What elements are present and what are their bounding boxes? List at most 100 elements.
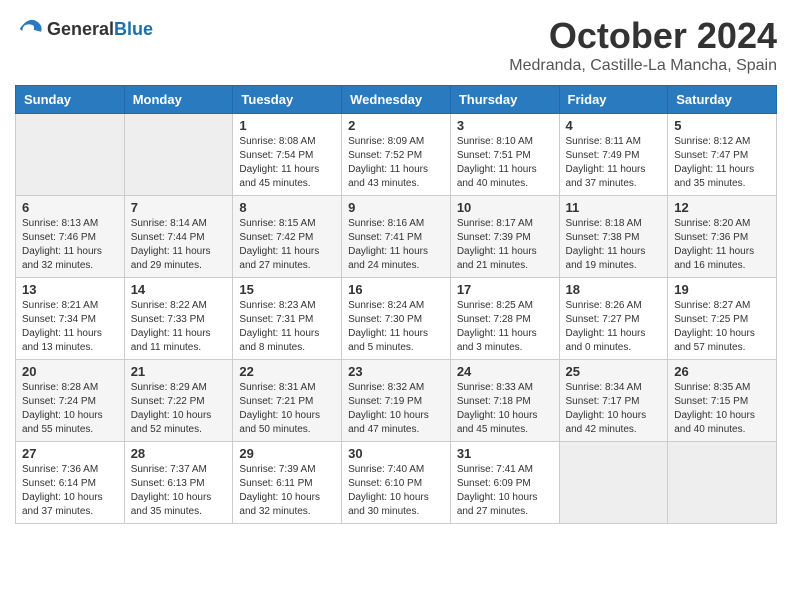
calendar-cell: 16 Sunrise: 8:24 AMSunset: 7:30 PMDayligh… [342, 278, 451, 360]
calendar-cell: 28Sunrise: 7:37 AMSunset: 6:13 PMDayligh… [124, 442, 233, 524]
calendar-cell: 25Sunrise: 8:34 AMSunset: 7:17 PMDayligh… [559, 360, 668, 442]
day-info: Sunrise: 8:14 AMSunset: 7:44 PMDaylight:… [131, 217, 227, 273]
calendar-cell: 1 Sunrise: 8:08 AMSunset: 7:54 PMDaylight… [233, 114, 342, 196]
day-info: Sunrise: 7:37 AMSunset: 6:13 PMDaylight:… [131, 463, 227, 519]
calendar-cell: 11 Sunrise: 8:18 AMSunset: 7:38 PMDayligh… [559, 196, 668, 278]
logo-blue: Blue [114, 19, 153, 39]
day-number: 21 [131, 364, 227, 379]
day-info: Sunrise: 7:39 AMSunset: 6:11 PMDaylight:… [239, 463, 335, 519]
calendar-cell: 24Sunrise: 8:33 AMSunset: 7:18 PMDayligh… [450, 360, 559, 442]
calendar-cell: 18Sunrise: 8:26 AMSunset: 7:27 PMDayligh… [559, 278, 668, 360]
day-number: 7 [131, 200, 227, 215]
calendar-week-row: 1 Sunrise: 8:08 AMSunset: 7:54 PMDaylight… [16, 114, 777, 196]
day-number: 30 [348, 446, 444, 461]
day-number: 2 [348, 118, 444, 133]
calendar-cell: 23 Sunrise: 8:32 AMSunset: 7:19 PMDayligh… [342, 360, 451, 442]
calendar-week-row: 20 Sunrise: 8:28 AMSunset: 7:24 PMDayligh… [16, 360, 777, 442]
logo-icon [15, 15, 43, 43]
day-number: 9 [348, 200, 444, 215]
calendar-cell: 6Sunrise: 8:13 AMSunset: 7:46 PMDaylight… [16, 196, 125, 278]
calendar-cell: 8 Sunrise: 8:15 AMSunset: 7:42 PMDaylight… [233, 196, 342, 278]
calendar-cell: 15 Sunrise: 8:23 AMSunset: 7:31 PMDayligh… [233, 278, 342, 360]
day-number: 19 [674, 282, 770, 297]
calendar-cell: 3 Sunrise: 8:10 AMSunset: 7:51 PMDaylight… [450, 114, 559, 196]
calendar-week-row: 27Sunrise: 7:36 AMSunset: 6:14 PMDayligh… [16, 442, 777, 524]
day-info: Sunrise: 8:24 AMSunset: 7:30 PMDaylight:… [348, 299, 444, 355]
day-info: Sunrise: 8:35 AMSunset: 7:15 PMDaylight:… [674, 381, 770, 437]
day-number: 1 [239, 118, 335, 133]
weekday-header-tuesday: Tuesday [233, 86, 342, 114]
day-number: 11 [566, 200, 662, 215]
calendar-cell: 14Sunrise: 8:22 AMSunset: 7:33 PMDayligh… [124, 278, 233, 360]
calendar-cell: 20 Sunrise: 8:28 AMSunset: 7:24 PMDayligh… [16, 360, 125, 442]
day-number: 4 [566, 118, 662, 133]
calendar-cell: 13 Sunrise: 8:21 AMSunset: 7:34 PMDayligh… [16, 278, 125, 360]
day-number: 29 [239, 446, 335, 461]
calendar-cell: 29 Sunrise: 7:39 AMSunset: 6:11 PMDayligh… [233, 442, 342, 524]
month-title: October 2024 [509, 15, 777, 57]
day-info: Sunrise: 8:09 AMSunset: 7:52 PMDaylight:… [348, 135, 444, 191]
day-number: 20 [22, 364, 118, 379]
day-info: Sunrise: 7:40 AMSunset: 6:10 PMDaylight:… [348, 463, 444, 519]
day-number: 26 [674, 364, 770, 379]
calendar-cell: 12Sunrise: 8:20 AMSunset: 7:36 PMDayligh… [668, 196, 777, 278]
day-info: Sunrise: 8:28 AMSunset: 7:24 PMDaylight:… [22, 381, 118, 437]
day-info: Sunrise: 8:20 AMSunset: 7:36 PMDaylight:… [674, 217, 770, 273]
weekday-header-wednesday: Wednesday [342, 86, 451, 114]
day-number: 10 [457, 200, 553, 215]
calendar-cell: 10 Sunrise: 8:17 AMSunset: 7:39 PMDayligh… [450, 196, 559, 278]
day-info: Sunrise: 8:27 AMSunset: 7:25 PMDaylight:… [674, 299, 770, 355]
day-info: Sunrise: 8:10 AMSunset: 7:51 PMDaylight:… [457, 135, 553, 191]
day-info: Sunrise: 8:21 AMSunset: 7:34 PMDaylight:… [22, 299, 118, 355]
calendar-cell: 9 Sunrise: 8:16 AMSunset: 7:41 PMDaylight… [342, 196, 451, 278]
day-number: 15 [239, 282, 335, 297]
weekday-header-monday: Monday [124, 86, 233, 114]
day-info: Sunrise: 8:23 AMSunset: 7:31 PMDaylight:… [239, 299, 335, 355]
day-info: Sunrise: 8:16 AMSunset: 7:41 PMDaylight:… [348, 217, 444, 273]
calendar-week-row: 13 Sunrise: 8:21 AMSunset: 7:34 PMDayligh… [16, 278, 777, 360]
logo-general: General [47, 19, 114, 39]
calendar-cell: 2 Sunrise: 8:09 AMSunset: 7:52 PMDaylight… [342, 114, 451, 196]
calendar-table: SundayMondayTuesdayWednesdayThursdayFrid… [15, 85, 777, 524]
calendar-cell: 21 Sunrise: 8:29 AMSunset: 7:22 PMDayligh… [124, 360, 233, 442]
calendar-cell: 4 Sunrise: 8:11 AMSunset: 7:49 PMDaylight… [559, 114, 668, 196]
calendar-cell: 7 Sunrise: 8:14 AMSunset: 7:44 PMDaylight… [124, 196, 233, 278]
day-number: 5 [674, 118, 770, 133]
calendar-week-row: 6Sunrise: 8:13 AMSunset: 7:46 PMDaylight… [16, 196, 777, 278]
day-number: 3 [457, 118, 553, 133]
day-number: 8 [239, 200, 335, 215]
day-info: Sunrise: 8:18 AMSunset: 7:38 PMDaylight:… [566, 217, 662, 273]
day-number: 13 [22, 282, 118, 297]
day-info: Sunrise: 8:25 AMSunset: 7:28 PMDaylight:… [457, 299, 553, 355]
day-info: Sunrise: 8:32 AMSunset: 7:19 PMDaylight:… [348, 381, 444, 437]
day-info: Sunrise: 8:29 AMSunset: 7:22 PMDaylight:… [131, 381, 227, 437]
weekday-header-sunday: Sunday [16, 86, 125, 114]
calendar-cell: 30 Sunrise: 7:40 AMSunset: 6:10 PMDayligh… [342, 442, 451, 524]
day-info: Sunrise: 8:34 AMSunset: 7:17 PMDaylight:… [566, 381, 662, 437]
day-info: Sunrise: 8:15 AMSunset: 7:42 PMDaylight:… [239, 217, 335, 273]
day-number: 6 [22, 200, 118, 215]
day-info: Sunrise: 8:08 AMSunset: 7:54 PMDaylight:… [239, 135, 335, 191]
calendar-cell: 5 Sunrise: 8:12 AMSunset: 7:47 PMDaylight… [668, 114, 777, 196]
title-block: October 2024 Medranda, Castille-La Manch… [509, 15, 777, 75]
day-number: 23 [348, 364, 444, 379]
calendar-cell: 17Sunrise: 8:25 AMSunset: 7:28 PMDayligh… [450, 278, 559, 360]
day-info: Sunrise: 7:36 AMSunset: 6:14 PMDaylight:… [22, 463, 118, 519]
day-info: Sunrise: 8:11 AMSunset: 7:49 PMDaylight:… [566, 135, 662, 191]
day-info: Sunrise: 8:17 AMSunset: 7:39 PMDaylight:… [457, 217, 553, 273]
calendar-cell: 31 Sunrise: 7:41 AMSunset: 6:09 PMDayligh… [450, 442, 559, 524]
day-info: Sunrise: 7:41 AMSunset: 6:09 PMDaylight:… [457, 463, 553, 519]
day-number: 16 [348, 282, 444, 297]
calendar-cell [124, 114, 233, 196]
day-info: Sunrise: 8:12 AMSunset: 7:47 PMDaylight:… [674, 135, 770, 191]
weekday-header-saturday: Saturday [668, 86, 777, 114]
weekday-header-thursday: Thursday [450, 86, 559, 114]
day-number: 31 [457, 446, 553, 461]
location-title: Medranda, Castille-La Mancha, Spain [509, 57, 777, 75]
weekday-header-friday: Friday [559, 86, 668, 114]
calendar-cell [16, 114, 125, 196]
calendar-cell [559, 442, 668, 524]
day-number: 14 [131, 282, 227, 297]
calendar-cell [668, 442, 777, 524]
day-number: 18 [566, 282, 662, 297]
